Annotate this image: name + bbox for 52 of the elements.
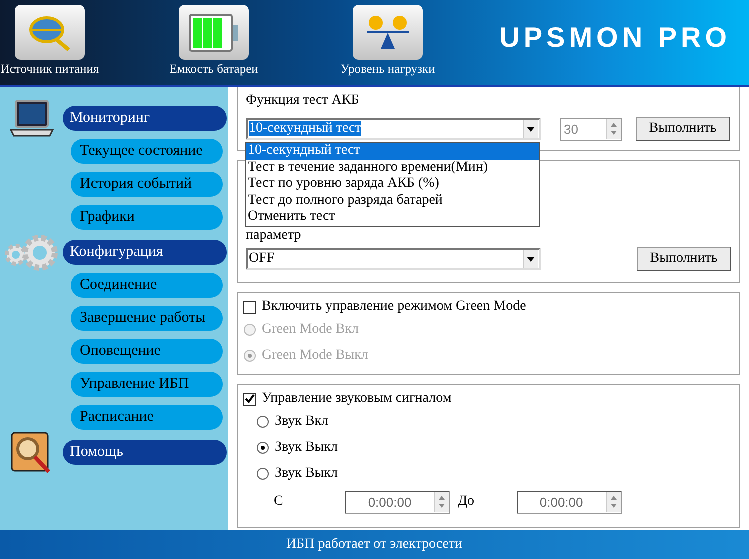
radio-label: Green Mode Вкл (262, 322, 359, 338)
sidebar-section[interactable]: Помощь (63, 440, 227, 465)
radio-label: Звук Выкл (275, 440, 338, 456)
checkbox[interactable] (243, 300, 256, 314)
time-field[interactable]: 0:00:00 (516, 490, 622, 514)
tile-label: Емкость батареи (170, 62, 258, 77)
tile-button[interactable] (179, 5, 249, 60)
checkbox[interactable] (243, 392, 256, 406)
status-bar: ИБП работает от электросети (0, 530, 749, 559)
run-button[interactable]: Выполнить (637, 247, 731, 271)
sidebar-section[interactable]: Конфигурация (63, 240, 227, 265)
field-label: параметр (246, 228, 302, 243)
sidebar-section[interactable]: Мониторинг (63, 106, 227, 131)
spin-buttons[interactable] (606, 492, 621, 512)
tile-button[interactable] (15, 5, 85, 60)
tile-button[interactable] (353, 5, 423, 60)
sidebar-item[interactable]: Текущее состояние (71, 139, 223, 164)
sidebar-item[interactable]: Завершение работы (71, 306, 223, 331)
radio-label: Звук Выкл (275, 466, 338, 482)
sidebar-item[interactable]: Оповещение (71, 339, 223, 364)
run-button[interactable]: Выполнить (636, 117, 730, 141)
tile-label: Источник питания (0, 62, 100, 77)
dropdown-option[interactable]: Тест по уровню заряда АКБ (%) (246, 176, 539, 192)
parameter-select[interactable]: OFF (246, 248, 541, 270)
radio-button[interactable] (257, 416, 269, 428)
checkbox-label: Управление звуковым сигналом (262, 391, 452, 407)
laptop-icon (8, 98, 54, 138)
radio-label: Звук Вкл (275, 414, 329, 430)
radio-label: Green Mode Выкл (262, 348, 368, 364)
dropdown-option[interactable]: Отменить тест (246, 209, 539, 226)
test-select[interactable]: 10-секундный тест (246, 118, 541, 140)
field-label: С (274, 494, 284, 510)
gears-icon (4, 232, 60, 272)
spin-buttons[interactable] (434, 492, 449, 512)
magnifier-icon (10, 430, 54, 474)
dropdown-option[interactable]: Тест в течение заданного времени(Мин) (246, 160, 539, 176)
section-title: Функция тест АКБ (246, 93, 360, 109)
logo: UPSMON PRO (500, 22, 731, 54)
checkbox-label: Включить управление режимом Green Mode (262, 299, 526, 315)
radio-button[interactable] (257, 442, 269, 454)
dropdown-option[interactable]: 10-секундный тест (246, 143, 539, 160)
sidebar-item[interactable]: Соединение (71, 273, 223, 298)
tile-label: Уровень нагрузки (340, 62, 436, 77)
sidebar-item[interactable]: История событий (71, 172, 223, 197)
time-field[interactable]: 0:00:00 (345, 490, 450, 514)
sidebar-item[interactable]: Расписание (71, 405, 223, 430)
battery-icon (188, 12, 240, 52)
sidebar-item[interactable]: Управление ИБП (71, 372, 223, 397)
sidebar-item[interactable]: Графики (71, 205, 223, 230)
field-label: До (458, 494, 475, 510)
dropdown-option[interactable]: Тест до полного разряда батарей (246, 192, 539, 209)
radio-button[interactable] (257, 468, 269, 480)
